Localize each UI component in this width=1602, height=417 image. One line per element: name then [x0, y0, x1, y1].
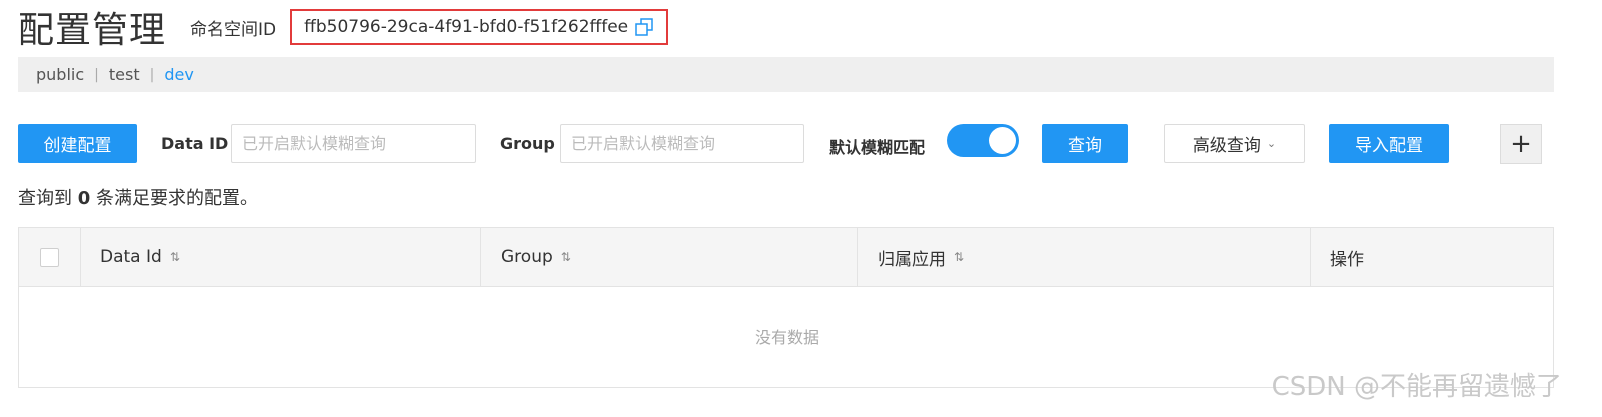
page-title: 配置管理 — [18, 10, 167, 51]
select-all-checkbox[interactable] — [40, 247, 59, 267]
column-header-actions: 操作 — [1311, 228, 1553, 286]
fuzzy-match-toggle[interactable] — [947, 124, 1019, 157]
namespace-id-value: ffb50796-29ca-4f91-bfd0-f51f262fffee — [304, 17, 629, 37]
plus-button[interactable]: + — [1500, 124, 1542, 164]
namespace-public[interactable]: public — [36, 65, 84, 84]
namespace-divider: | — [149, 66, 155, 83]
namespace-label: 命名空间ID — [190, 19, 277, 40]
toolbar: 创建配置 Data ID Group 默认模糊匹配 查询 高级查询 ⌄ 导入配置… — [18, 124, 1542, 164]
group-label: Group — [500, 134, 555, 153]
header-checkbox-cell — [19, 228, 81, 286]
import-config-button[interactable]: 导入配置 — [1329, 124, 1449, 163]
namespace-id-box: ffb50796-29ca-4f91-bfd0-f51f262fffee — [290, 9, 669, 45]
data-id-label: Data ID — [161, 134, 229, 153]
table-header: Data Id ⇅ Group ⇅ 归属应用 ⇅ 操作 — [19, 228, 1553, 287]
result-summary: 查询到 0 条满足要求的配置。 — [18, 184, 258, 210]
result-suffix: 条满足要求的配置。 — [96, 188, 258, 209]
namespace-divider: | — [94, 66, 99, 83]
column-header-group[interactable]: Group ⇅ — [481, 228, 858, 286]
column-label: Data Id — [100, 247, 162, 267]
column-label: 操作 — [1330, 249, 1364, 270]
watermark: CSDN @不能再留遗憾了 — [1271, 372, 1562, 402]
sort-icon[interactable]: ⇅ — [561, 250, 571, 264]
advanced-query-label: 高级查询 — [1192, 136, 1261, 156]
title-row: 配置管理 命名空间ID ffb50796-29ca-4f91-bfd0-f51f… — [18, 4, 669, 51]
toggle-knob — [989, 127, 1016, 154]
advanced-query-button[interactable]: 高级查询 ⌄ — [1164, 124, 1305, 163]
column-label: Group — [501, 247, 553, 267]
column-header-data-id[interactable]: Data Id ⇅ — [81, 228, 481, 286]
chevron-down-icon: ⌄ — [1266, 137, 1277, 150]
column-label: 归属应用 — [878, 249, 946, 270]
create-config-button[interactable]: 创建配置 — [18, 124, 137, 163]
result-prefix: 查询到 — [18, 188, 72, 209]
sort-icon[interactable]: ⇅ — [954, 250, 964, 264]
fuzzy-match-label: 默认模糊匹配 — [829, 138, 926, 157]
group-input[interactable] — [560, 124, 804, 163]
query-button[interactable]: 查询 — [1042, 124, 1128, 163]
namespace-test[interactable]: test — [109, 65, 140, 84]
copy-icon[interactable] — [634, 17, 654, 37]
data-id-input[interactable] — [231, 124, 476, 163]
result-count: 0 — [77, 188, 91, 209]
sort-icon[interactable]: ⇅ — [170, 250, 180, 264]
namespace-dev[interactable]: dev — [164, 65, 193, 84]
namespace-bar: public | test | dev — [18, 57, 1554, 92]
config-table: Data Id ⇅ Group ⇅ 归属应用 ⇅ 操作 没有数据 — [18, 227, 1554, 388]
empty-state: 没有数据 — [754, 328, 819, 347]
column-header-app[interactable]: 归属应用 ⇅ — [858, 228, 1311, 286]
